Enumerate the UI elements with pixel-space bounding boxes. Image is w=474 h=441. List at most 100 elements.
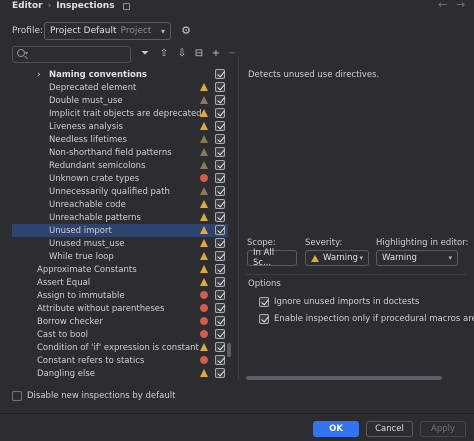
breadcrumb-separator: ›	[47, 1, 52, 11]
forward-arrow-icon[interactable]: →	[456, 0, 465, 10]
checkbox[interactable]	[215, 69, 225, 79]
inspection-tree[interactable]: › Naming conventions Deprecated element Dou…	[12, 68, 232, 381]
checkbox[interactable]	[215, 108, 225, 118]
tree-item[interactable]: Liveness analysis	[12, 120, 228, 133]
option-label: Enable inspection only if procedural mac…	[274, 314, 474, 324]
tree-item[interactable]: Unnecessarily qualified path	[12, 185, 228, 198]
tree-item[interactable]: Implicit trait objects are deprecated	[12, 107, 228, 120]
warning-severity-icon	[200, 213, 208, 221]
checkbox[interactable]	[215, 212, 225, 222]
tree-item[interactable]: Double must_use	[12, 94, 228, 107]
tree-item[interactable]: Unreachable patterns	[12, 211, 228, 224]
checkbox[interactable]	[215, 277, 225, 287]
tree-item[interactable]: Unused import	[12, 224, 228, 237]
warning-severity-icon	[200, 343, 208, 351]
profile-select[interactable]: Project Default Project ▾	[44, 22, 171, 40]
tree-item[interactable]: Cast to bool	[12, 328, 228, 341]
options-horizontal-scrollbar[interactable]	[246, 376, 442, 380]
warning-severity-icon	[200, 278, 208, 286]
checkbox[interactable]	[12, 391, 22, 401]
tree-item[interactable]: Needless lifetimes	[12, 133, 228, 146]
error-severity-icon	[200, 291, 208, 299]
checkbox[interactable]	[215, 316, 225, 326]
checkbox[interactable]	[215, 342, 225, 352]
checkbox[interactable]	[259, 297, 269, 307]
warning-severity-icon	[200, 109, 208, 117]
ok-button[interactable]: OK	[313, 421, 359, 437]
cancel-button[interactable]: Cancel	[366, 421, 413, 437]
checkbox[interactable]	[215, 238, 225, 248]
tree-item[interactable]: Approximate Constants	[12, 263, 228, 276]
tree-item[interactable]: Dangling else	[12, 367, 228, 380]
tree-item[interactable]: Assign to immutable	[12, 289, 228, 302]
checkbox[interactable]	[215, 95, 225, 105]
search-history-chevron-icon[interactable]: ▾	[25, 50, 28, 57]
checkbox[interactable]	[215, 121, 225, 131]
checkbox[interactable]	[215, 82, 225, 92]
tree-item[interactable]: Assert Equal	[12, 276, 228, 289]
checkbox[interactable]	[215, 199, 225, 209]
checkbox[interactable]	[215, 251, 225, 261]
tree-item[interactable]: Unused must_use	[12, 237, 228, 250]
splitter[interactable]	[238, 56, 239, 380]
checkbox[interactable]	[215, 186, 225, 196]
tree-item-label: Redundant semicolons	[49, 160, 146, 171]
tree-item-label: Unreachable patterns	[49, 212, 141, 223]
tree-item-label: Borrow checker	[37, 316, 103, 327]
tree-item[interactable]: Borrow checker	[12, 315, 228, 328]
collapse-all-icon[interactable]: ⇩	[176, 48, 188, 60]
warning-severity-icon	[200, 148, 208, 156]
tree-item[interactable]: Unknown crate types	[12, 172, 228, 185]
option-ignore-doctests[interactable]: Ignore unused imports in doctests	[259, 296, 419, 308]
tree-item[interactable]: Deprecated element	[12, 81, 228, 94]
tree-item[interactable]: Condition of 'if' expression is constant	[12, 341, 228, 354]
breadcrumb-editor[interactable]: Editor	[12, 1, 43, 11]
add-icon[interactable]: +	[210, 48, 222, 60]
disable-new-inspections[interactable]: Disable new inspections by default	[12, 391, 175, 401]
tree-item[interactable]: Redundant semicolons	[12, 159, 228, 172]
breadcrumb: Editor › Inspections	[12, 0, 130, 12]
tree-item-label: Assert Equal	[37, 277, 91, 288]
highlighting-select[interactable]: Warning ▾	[376, 250, 458, 266]
tree-item-label: Assign to immutable	[37, 290, 125, 301]
tree-item[interactable]: Constant refers to statics	[12, 354, 228, 367]
checkbox[interactable]	[215, 355, 225, 365]
remove-icon[interactable]: −	[226, 48, 238, 60]
tree-item-label: Implicit trait objects are deprecated	[49, 108, 202, 119]
error-severity-icon	[200, 317, 208, 325]
checkbox[interactable]	[259, 314, 269, 324]
tree-item[interactable]: Attribute without parentheses	[12, 302, 228, 315]
warning-severity-icon	[200, 265, 208, 273]
checkbox[interactable]	[215, 368, 225, 378]
tree-item[interactable]: › Naming conventions	[12, 68, 228, 81]
checkbox[interactable]	[215, 134, 225, 144]
checkbox[interactable]	[215, 290, 225, 300]
tree-scrollbar[interactable]	[227, 343, 231, 357]
scope-label: Scope:	[247, 238, 276, 248]
filter-icon[interactable]: ⏷	[139, 48, 151, 60]
reset-to-default-icon[interactable]: ⊟	[193, 48, 205, 60]
tree-item[interactable]: While true loop	[12, 250, 228, 263]
checkbox[interactable]	[215, 173, 225, 183]
tree-item-label: Unused import	[49, 225, 112, 236]
apply-button[interactable]: Apply	[420, 421, 466, 437]
scope-select[interactable]: In All Sc...	[247, 248, 297, 268]
checkbox[interactable]	[215, 147, 225, 157]
warning-severity-icon	[200, 83, 208, 91]
gear-icon[interactable]: ⚙	[180, 25, 192, 37]
checkbox[interactable]	[215, 303, 225, 313]
checkbox[interactable]	[215, 160, 225, 170]
tree-item-label: Liveness analysis	[49, 121, 123, 132]
option-proc-macros[interactable]: Enable inspection only if procedural mac…	[259, 313, 474, 325]
search-input[interactable]: ▾	[12, 46, 131, 63]
error-severity-icon	[200, 174, 208, 182]
checkbox[interactable]	[215, 225, 225, 235]
tree-item[interactable]: Non-shorthand field patterns	[12, 146, 228, 159]
severity-select[interactable]: Warning ▾	[305, 250, 369, 266]
tree-item[interactable]: Unreachable code	[12, 198, 228, 211]
checkbox[interactable]	[215, 329, 225, 339]
checkbox[interactable]	[215, 264, 225, 274]
expand-all-icon[interactable]: ⇧	[158, 48, 170, 60]
back-arrow-icon[interactable]: ←	[438, 0, 447, 10]
expand-arrow-icon[interactable]: ›	[37, 70, 41, 80]
